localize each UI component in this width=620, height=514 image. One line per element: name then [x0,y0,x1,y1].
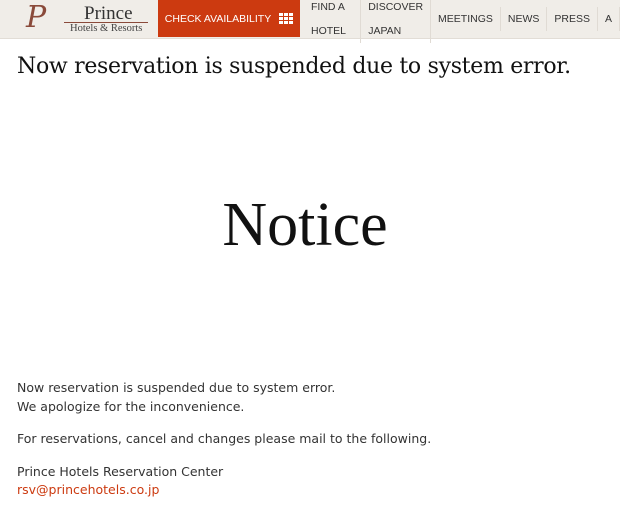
logo-mark: P [26,0,47,35]
apology-line: We apologize for the inconvenience. [17,398,245,414]
nav-more[interactable]: A [598,7,620,31]
message-line: Now reservation is suspended due to syst… [17,380,336,395]
center-name: Prince Hotels Reservation Center [17,463,224,479]
nav-find-a-hotel[interactable]: FIND A HOTEL [304,0,362,43]
nav-discover-japan[interactable]: DISCOVER JAPAN [361,0,432,43]
instructions-line: For reservations, cancel and changes ple… [17,431,432,446]
nav-press[interactable]: PRESS [547,7,598,31]
logo-subtitle: Hotels & Resorts [70,23,143,34]
nav-meetings[interactable]: MEETINGS [431,7,501,31]
page-title: Now reservation is suspended due to syst… [17,54,571,79]
check-availability-label: CHECK AVAILABILITY [164,12,272,25]
notice-body: Now reservation is suspended due to syst… [17,379,431,514]
notice-heading: Notice [222,191,388,259]
check-availability-button[interactable]: CHECK AVAILABILITY [158,0,300,37]
email-link[interactable]: rsv@princehotels.co.jp [17,482,159,497]
main-nav: FIND A HOTEL DISCOVER JAPAN MEETINGS NEW… [304,0,620,43]
site-header: P Prince Hotels & Resorts CHECK AVAILABI… [0,0,620,43]
nav-news[interactable]: NEWS [501,7,548,31]
prince-logo[interactable]: P Prince Hotels & Resorts [26,0,156,36]
grid-icon [279,13,294,24]
